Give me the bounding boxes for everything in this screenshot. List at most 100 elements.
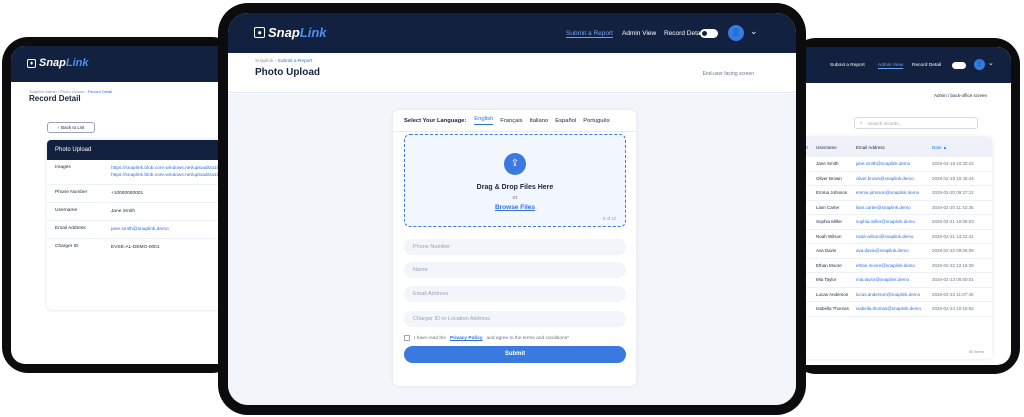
- chevron-down-icon[interactable]: ⌄: [750, 26, 758, 37]
- image-links[interactable]: https://snaplink.blob.core.windows.net/u…: [111, 165, 221, 179]
- record-card: Photo Upload Images https://snaplink.blo…: [47, 140, 238, 310]
- phone-number-input[interactable]: [404, 239, 626, 255]
- navbar: SnapLink Submit a Report Admin View Reco…: [228, 13, 796, 53]
- col-email[interactable]: Email Address: [856, 145, 932, 150]
- nav-submit-report[interactable]: Submit a Report: [830, 63, 865, 68]
- table-cell: Emma Johnson: [816, 190, 848, 196]
- back-to-list-button[interactable]: ‹ Back to List: [47, 122, 95, 133]
- page-title: Record Detail: [29, 94, 81, 103]
- lang-francais[interactable]: Français: [500, 118, 522, 124]
- table-cell: Jane Smith: [816, 161, 839, 167]
- table-row[interactable]: 10009Mia Taylormia.taylor@snaplink.demo2…: [790, 273, 992, 288]
- lang-portugues[interactable]: Português: [583, 118, 609, 124]
- right-screen: Submit a Report Admin View Record Detail…: [790, 47, 1011, 365]
- lang-espanol[interactable]: Español: [555, 118, 576, 124]
- breadcrumb-current[interactable]: Submit a Report: [278, 59, 313, 64]
- lang-italiano[interactable]: Italiano: [530, 118, 549, 124]
- brand-logo[interactable]: SnapLink: [27, 57, 89, 69]
- terms-text: I have read the: [414, 335, 447, 341]
- table-row[interactable]: 10006Noah Wilsonnoah.wilson@snaplink.dem…: [790, 230, 992, 244]
- screen-subtitle: Admin / back-office screen: [934, 93, 987, 98]
- detail-row-images: Images https://snaplink.blob.core.window…: [47, 160, 238, 185]
- table-cell: Noah Wilson: [816, 233, 842, 239]
- nav-record-detail[interactable]: Record Detail: [664, 30, 703, 37]
- email-link[interactable]: jane.smith@snaplink.demo: [111, 226, 169, 233]
- col-date[interactable]: Date ▲: [932, 145, 984, 150]
- table-cell[interactable]: isabella.thomas@snaplink.demo: [856, 306, 932, 311]
- table-body: 10001Jane Smithjane.smith@snaplink.demo2…: [790, 157, 992, 317]
- table-cell: 2026-02-24 10:18:52: [932, 306, 974, 312]
- table-cell: Ethan Moore: [816, 262, 842, 268]
- terms-text: and agree to the terms and conditions*: [486, 335, 569, 341]
- back-button-label: Back to List: [61, 125, 85, 130]
- detail-label: Images: [55, 165, 71, 170]
- breadcrumb-item[interactable]: Snaplink: [255, 59, 273, 64]
- table-row[interactable]: 10007Ava Davisava.davis@snaplink.demo202…: [790, 244, 992, 259]
- nav-admin-view[interactable]: Admin View: [878, 63, 903, 68]
- table-cell: Lucas Anderson: [816, 291, 849, 297]
- divider: [393, 131, 636, 132]
- privacy-policy-link[interactable]: Privacy Policy: [450, 336, 483, 341]
- table-row[interactable]: 10001Jane Smithjane.smith@snaplink.demo2…: [790, 157, 992, 172]
- detail-row-charger: Charger ID EVSE-AL-DEMO-0001: [47, 239, 238, 256]
- left-screen: SnapLink Snaplink Admin › Photo Upload ›…: [11, 46, 238, 364]
- logo-icon: [254, 27, 265, 38]
- upload-icon: ⇪: [504, 153, 526, 175]
- brand-logo[interactable]: SnapLink: [254, 25, 327, 40]
- table-cell[interactable]: ava.davis@snaplink.demo: [856, 248, 932, 253]
- user-avatar[interactable]: 👤: [728, 25, 744, 41]
- page-title: Photo Upload: [255, 67, 320, 78]
- table-row[interactable]: 10004Liam Carterliam.carter@snaplink.dem…: [790, 201, 992, 215]
- search-placeholder: Search records...: [868, 121, 903, 126]
- table-footer: 50 items: [968, 349, 984, 354]
- table-row[interactable]: 10010Lucas Andersonlucas.anderson@snapli…: [790, 288, 992, 302]
- table-cell[interactable]: sophia.miller@snaplink.demo: [856, 219, 932, 224]
- table-cell: Oliver Brown: [816, 175, 842, 181]
- table-cell: 2026-02-20 11:42:35: [932, 204, 974, 210]
- search-icon: ⌕: [860, 120, 863, 126]
- table-row[interactable]: 10002Oliver Brownoliver.brown@snaplink.d…: [790, 172, 992, 186]
- table-cell[interactable]: mia.taylor@snaplink.demo: [856, 277, 932, 282]
- table-cell[interactable]: emma.johnson@snaplink.demo: [856, 190, 932, 195]
- charger-id-input[interactable]: [404, 311, 626, 327]
- screen-label: End-user facing screen: [702, 71, 754, 77]
- nav-admin-view[interactable]: Admin View: [622, 30, 656, 37]
- terms-checkbox[interactable]: [404, 335, 410, 341]
- table-row[interactable]: 10003Emma Johnsonemma.johnson@snaplink.d…: [790, 186, 992, 201]
- table-row[interactable]: 10011Isabella Thomasisabella.thomas@snap…: [790, 302, 992, 317]
- file-drop-zone[interactable]: ⇪ Drag & Drop Files Here or Browse Files…: [404, 134, 626, 227]
- table-cell[interactable]: lucas.anderson@snaplink.demo: [856, 292, 932, 297]
- navbar: SnapLink: [11, 46, 238, 82]
- detail-row-phone: Phone Number +10000000001: [47, 185, 238, 203]
- drop-title: Drag & Drop Files Here: [476, 184, 554, 191]
- name-input[interactable]: [404, 262, 626, 278]
- detail-label: Charger ID: [55, 244, 79, 249]
- lang-english[interactable]: English: [474, 116, 494, 125]
- nav-submit-report[interactable]: Submit a Report: [566, 30, 613, 37]
- theme-toggle[interactable]: [700, 29, 718, 38]
- chevron-down-icon[interactable]: ⌄: [988, 59, 994, 67]
- center-tablet: SnapLink Submit a Report Admin View Reco…: [218, 3, 806, 415]
- table-cell[interactable]: noah.wilson@snaplink.demo: [856, 234, 932, 239]
- table-row[interactable]: 10008Ethan Mooreethan.moore@snaplink.dem…: [790, 259, 992, 273]
- col-username[interactable]: Username: [816, 145, 856, 150]
- drop-or: or: [512, 195, 518, 201]
- table-cell[interactable]: jane.smith@snaplink.demo: [856, 161, 932, 166]
- table-cell[interactable]: liam.carter@snaplink.demo: [856, 205, 932, 210]
- table-cell: 2026-02-23 08:50:01: [932, 277, 974, 283]
- table-cell: 2026-02-21 13:22:41: [932, 233, 974, 239]
- logo-icon: [27, 58, 36, 68]
- table-cell[interactable]: ethan.moore@snaplink.demo: [856, 263, 932, 268]
- nav-record-detail[interactable]: Record Detail: [912, 63, 941, 68]
- left-tablet: SnapLink Snaplink Admin › Photo Upload ›…: [2, 37, 238, 373]
- user-avatar[interactable]: 👤: [974, 59, 985, 70]
- table-cell: 2026-02-18 10:30:22: [932, 161, 974, 167]
- theme-toggle[interactable]: [952, 62, 966, 69]
- table-cell[interactable]: oliver.brown@snaplink.demo: [856, 176, 932, 181]
- browse-files-link[interactable]: Browse Files: [405, 204, 625, 211]
- search-input[interactable]: ⌕ Search records...: [854, 117, 978, 129]
- email-input[interactable]: [404, 286, 626, 302]
- submit-button[interactable]: Submit: [404, 346, 626, 363]
- brand-wordmark: SnapLink: [39, 57, 89, 69]
- table-row[interactable]: 10005Sophia Millersophia.miller@snaplink…: [790, 215, 992, 230]
